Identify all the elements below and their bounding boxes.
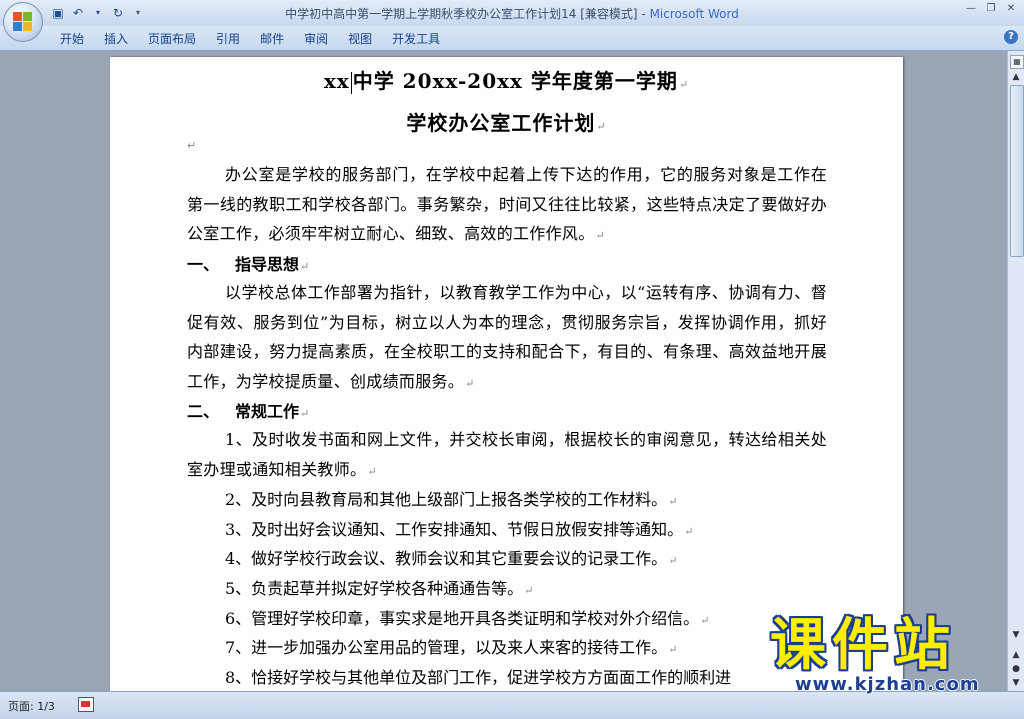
document-title-line2: 学校办公室工作计划↵	[110, 107, 903, 136]
title-part-a: xx	[323, 69, 350, 93]
section1-heading: 一、 指导思想↵	[187, 250, 827, 281]
paragraph-mark-icon: ↵	[524, 584, 534, 597]
window-controls: — ❐ ✕	[962, 2, 1020, 16]
office-logo-icon	[13, 12, 33, 32]
paragraph-mark-icon: ↵	[684, 525, 694, 538]
watermark-url: www.kjzhan.com	[795, 674, 980, 695]
list-item: 5、负责起草并拟定好学校各种通通告等。↵	[225, 574, 845, 605]
tab-mailings[interactable]: 邮件	[250, 30, 294, 48]
list-item-text: 8、恰接好学校与其他单位及部门工作，促进学校方方面面工作的顺利进	[225, 668, 732, 687]
paragraph-mark-icon: ↵	[678, 78, 690, 91]
tab-references[interactable]: 引用	[206, 30, 250, 48]
paragraph-mark-icon: ↵	[300, 260, 310, 273]
title-part-b: 中学 20xx-20xx 学年度第一学期	[352, 69, 678, 93]
window-title: 中学初中高中第一学期上学期秋季校办公室工作计划14 [兼容模式] - Micro…	[0, 5, 1024, 22]
list-item-text: 6、管理好学校印章，事实求是地开具各类证明和学校对外介绍信。	[225, 609, 700, 628]
paragraph-mark-icon: ↵	[187, 139, 197, 152]
list-item-text: 1、及时收发书面和网上文件，并交校长审阅，根据校长的审阅意见，转达给相关处室办理…	[187, 430, 827, 479]
intro-text: 办公室是学校的服务部门，在学校中起着上传下达的作用，它的服务对象是工作在第一线的…	[187, 165, 827, 243]
paragraph-mark-icon: ↵	[367, 464, 377, 478]
title-line2-text: 学校办公室工作计划	[406, 111, 596, 135]
section1-title: 指导思想	[235, 255, 300, 274]
list-item-text: 7、进一步加强办公室用品的管理，以及来人来客的接待工作。	[225, 638, 668, 657]
section1-number: 一、	[187, 255, 220, 274]
previous-page-icon[interactable]: ▲	[1010, 649, 1022, 661]
section2-number: 二、	[187, 402, 220, 421]
paragraph-mark-icon: ↵	[596, 120, 607, 133]
paragraph-mark-icon: ↵	[668, 643, 678, 656]
tab-home[interactable]: 开始	[50, 30, 94, 48]
section1-text: 以学校总体工作部署为指针，以教育教学工作为中心，以“运转有序、协调有力、督促有效…	[187, 283, 827, 391]
watermark-logo: 课件站	[770, 613, 956, 678]
title-bar: ▣ ↶ ▾ ↻ ▾ 中学初中高中第一学期上学期秋季校办公室工作计划14 [兼容模…	[0, 0, 1024, 26]
scroll-down-icon[interactable]: ▼	[1010, 629, 1022, 641]
paragraph-mark-icon: ↵	[465, 376, 475, 390]
next-page-icon[interactable]: ▼	[1010, 677, 1022, 689]
tab-developer[interactable]: 开发工具	[382, 30, 450, 48]
list-item: 8、恰接好学校与其他单位及部门工作，促进学校方方面面工作的顺利进	[225, 663, 845, 692]
app-name: Microsoft Word	[649, 7, 739, 21]
list-item: 4、做好学校行政会议、教师会议和其它重要会议的记录工作。↵	[225, 544, 845, 575]
list-item-text: 3、及时出好会议通知、工作安排通知、节假日放假安排等通知。	[225, 520, 684, 539]
paragraph-mark-icon: ↵	[668, 554, 678, 567]
intro-paragraph: 办公室是学校的服务部门，在学校中起着上传下达的作用，它的服务对象是工作在第一线的…	[187, 160, 827, 251]
close-icon[interactable]: ✕	[1002, 2, 1020, 16]
document-name: 中学初中高中第一学期上学期秋季校办公室工作计划14 [兼容模式]	[285, 7, 638, 21]
list-item: 1、及时收发书面和网上文件，并交校长审阅，根据校长的审阅意见，转达给相关处室办理…	[187, 425, 827, 486]
scroll-thumb[interactable]	[1010, 85, 1024, 257]
paragraph-mark-icon: ↵	[668, 495, 678, 508]
paragraph-mark-icon: ↵	[700, 614, 710, 627]
browse-object-icon[interactable]: ●	[1010, 663, 1022, 675]
section2-title: 常规工作	[235, 402, 300, 421]
status-bar: 页面: 1/3	[0, 691, 1024, 719]
tab-view[interactable]: 视图	[338, 30, 382, 48]
document-page[interactable]: xx 中学 20xx-20xx 学年度第一学期↵ 学校办公室工作计划↵ ↵ 办公室…	[110, 57, 903, 697]
paragraph-mark-icon: ↵	[300, 407, 310, 420]
list-item-text: 2、及时向县教育局和其他上级部门上报各类学校的工作材料。	[225, 490, 668, 509]
page-indicator[interactable]: 页面: 1/3	[8, 698, 55, 714]
document-title-line1: xx 中学 20xx-20xx 学年度第一学期↵	[110, 65, 903, 94]
proofing-icon[interactable]	[78, 697, 94, 712]
ribbon-tabs: 开始 插入 页面布局 引用 邮件 审阅 视图 开发工具	[50, 30, 450, 48]
text-cursor	[350, 71, 352, 94]
tab-review[interactable]: 审阅	[294, 30, 338, 48]
ruler-toggle-icon[interactable]: ▦	[1010, 55, 1024, 69]
title-separator: -	[637, 7, 650, 21]
section1-paragraph: 以学校总体工作部署为指针，以教育教学工作为中心，以“运转有序、协调有力、督促有效…	[187, 278, 827, 398]
minimize-icon[interactable]: —	[962, 2, 980, 16]
list-item: 2、及时向县教育局和其他上级部门上报各类学校的工作材料。↵	[225, 485, 845, 516]
paragraph-mark-icon: ↵	[595, 229, 606, 242]
list-item: 6、管理好学校印章，事实求是地开具各类证明和学校对外介绍信。↵	[225, 604, 845, 635]
list-item-text: 5、负责起草并拟定好学校各种通通告等。	[225, 579, 524, 598]
document-workspace: xx 中学 20xx-20xx 学年度第一学期↵ 学校办公室工作计划↵ ↵ 办公室…	[0, 51, 1007, 697]
ribbon: 开始 插入 页面布局 引用 邮件 审阅 视图 开发工具 ?	[0, 26, 1024, 51]
vertical-scrollbar[interactable]: ▦ ▲ ▼ ▲ ● ▼	[1007, 51, 1024, 691]
office-button[interactable]	[3, 2, 43, 42]
list-item: 7、进一步加强办公室用品的管理，以及来人来客的接待工作。↵	[225, 633, 845, 664]
list-item: 3、及时出好会议通知、工作安排通知、节假日放假安排等通知。↵	[225, 515, 845, 546]
help-icon[interactable]: ?	[1004, 30, 1018, 44]
tab-page-layout[interactable]: 页面布局	[138, 30, 206, 48]
scroll-up-icon[interactable]: ▲	[1010, 71, 1022, 83]
section2-heading: 二、 常规工作↵	[187, 397, 827, 428]
list-item-text: 4、做好学校行政会议、教师会议和其它重要会议的记录工作。	[225, 549, 668, 568]
tab-insert[interactable]: 插入	[94, 30, 138, 48]
restore-icon[interactable]: ❐	[982, 2, 1000, 16]
